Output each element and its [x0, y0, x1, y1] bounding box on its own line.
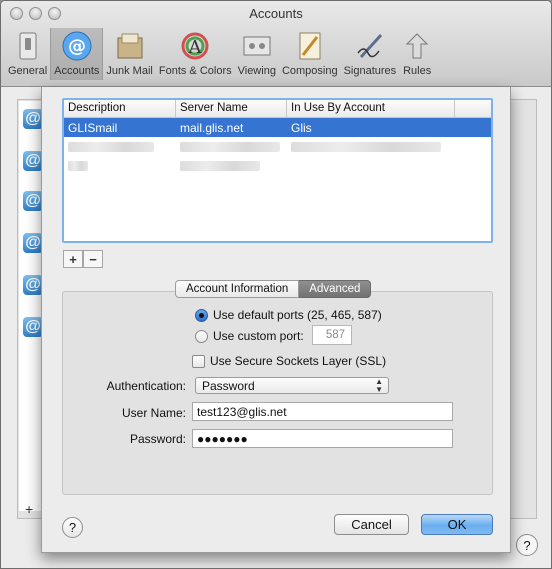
- account-icon[interactable]: @: [23, 317, 43, 337]
- cell-description: GLISmail: [68, 120, 118, 135]
- toolbar-rules[interactable]: Rules: [399, 28, 435, 80]
- rules-icon: [402, 31, 432, 61]
- table-row[interactable]: GLISmail mail.glis.net Glis: [64, 118, 491, 137]
- checkbox-unchecked-icon: [192, 354, 205, 368]
- general-switch-icon: [13, 31, 43, 61]
- cell-server-name: mail.glis.net: [180, 120, 244, 135]
- account-icon[interactable]: @: [23, 109, 43, 129]
- viewing-icon: [242, 31, 272, 61]
- accounts-window: Accounts General @ Accounts Junk Mail A …: [0, 0, 552, 569]
- junk-mail-icon: [115, 31, 145, 61]
- column-header-in-use[interactable]: In Use By Account: [287, 100, 455, 117]
- toolbar-composing[interactable]: Composing: [279, 28, 341, 80]
- select-arrows-icon: ▲ ▼: [375, 377, 383, 394]
- ssl-checkbox[interactable]: Use Secure Sockets Layer (SSL): [192, 354, 386, 368]
- at-sign-icon: @: [62, 31, 92, 61]
- toolbar-fonts-colors-label: Fonts & Colors: [158, 65, 232, 77]
- username-label: User Name:: [121, 406, 186, 420]
- title-bar: Accounts General @ Accounts Junk Mail A …: [1, 1, 551, 87]
- fonts-colors-icon: A: [180, 31, 210, 61]
- toolbar-general[interactable]: General: [5, 28, 50, 80]
- preferences-help-button[interactable]: ?: [516, 534, 538, 556]
- default-ports-radio[interactable]: Use default ports (25, 465, 587): [195, 308, 382, 322]
- table-row[interactable]: [64, 156, 491, 175]
- toolbar-accounts-label: Accounts: [54, 65, 100, 77]
- table-row[interactable]: [64, 137, 491, 156]
- cell-in-use: Glis: [291, 120, 312, 135]
- add-server-button[interactable]: +: [63, 250, 83, 268]
- account-icon[interactable]: @: [23, 233, 43, 253]
- tab-advanced[interactable]: Advanced: [299, 280, 372, 298]
- remove-server-button[interactable]: −: [83, 250, 103, 268]
- smtp-server-table: Description Server Name In Use By Accoun…: [62, 98, 493, 243]
- redacted-cell: [64, 141, 176, 152]
- svg-text:A: A: [188, 37, 203, 58]
- toolbar-rules-label: Rules: [403, 65, 432, 77]
- svg-text:@: @: [68, 36, 86, 57]
- column-header-description[interactable]: Description: [64, 100, 176, 117]
- toolbar-signatures-label: Signatures: [343, 65, 397, 77]
- toolbar-composing-label: Composing: [281, 65, 338, 77]
- redacted-cell: [176, 141, 287, 152]
- ssl-label: Use Secure Sockets Layer (SSL): [210, 354, 387, 368]
- custom-port-label: Use custom port:: [213, 329, 304, 343]
- toolbar-accounts[interactable]: @ Accounts: [50, 28, 104, 80]
- toolbar-viewing[interactable]: Viewing: [235, 28, 279, 80]
- password-field[interactable]: ●●●●●●●: [192, 429, 453, 448]
- toolbar-junk-mail[interactable]: Junk Mail: [103, 28, 155, 80]
- column-header-spacer: [455, 100, 491, 117]
- authentication-value: Password: [202, 378, 255, 393]
- redacted-cell: [176, 160, 287, 171]
- toolbar-general-label: General: [8, 65, 48, 77]
- redacted-cell: [64, 160, 176, 171]
- authentication-label: Authentication:: [106, 379, 186, 393]
- help-button[interactable]: ?: [62, 517, 83, 538]
- smtp-server-sheet: Description Server Name In Use By Accoun…: [41, 87, 511, 553]
- toolbar-signatures[interactable]: Signatures: [341, 28, 400, 80]
- custom-port-field[interactable]: 587: [312, 325, 352, 345]
- table-header: Description Server Name In Use By Accoun…: [64, 100, 491, 118]
- signatures-icon: [355, 31, 385, 61]
- ok-button[interactable]: OK: [421, 514, 493, 535]
- cancel-button[interactable]: Cancel: [334, 514, 409, 535]
- password-label: Password:: [129, 432, 186, 446]
- account-icon[interactable]: @: [23, 151, 43, 171]
- toolbar-fonts-colors[interactable]: A Fonts & Colors: [156, 28, 235, 80]
- column-header-server-name[interactable]: Server Name: [176, 100, 287, 117]
- tab-bar: Account Information Advanced: [175, 280, 372, 298]
- account-icon[interactable]: @: [23, 191, 43, 211]
- toolbar-junk-mail-label: Junk Mail: [106, 65, 153, 77]
- authentication-select[interactable]: Password ▲ ▼: [195, 377, 389, 394]
- toolbar-viewing-label: Viewing: [237, 65, 276, 77]
- preferences-toolbar: General @ Accounts Junk Mail A Fonts & C…: [5, 28, 435, 84]
- add-account-button[interactable]: +: [25, 501, 33, 517]
- custom-port-radio[interactable]: Use custom port:: [195, 329, 304, 343]
- account-icon[interactable]: @: [23, 275, 43, 295]
- tab-account-information[interactable]: Account Information: [175, 280, 300, 298]
- window-title: Accounts: [249, 6, 303, 21]
- radio-unselected-icon: [195, 329, 208, 343]
- username-field[interactable]: test123@glis.net: [192, 402, 453, 421]
- composing-icon: [295, 31, 325, 61]
- radio-selected-icon: [195, 308, 208, 322]
- redacted-cell: [287, 141, 455, 152]
- default-ports-label: Use default ports (25, 465, 587): [213, 308, 382, 322]
